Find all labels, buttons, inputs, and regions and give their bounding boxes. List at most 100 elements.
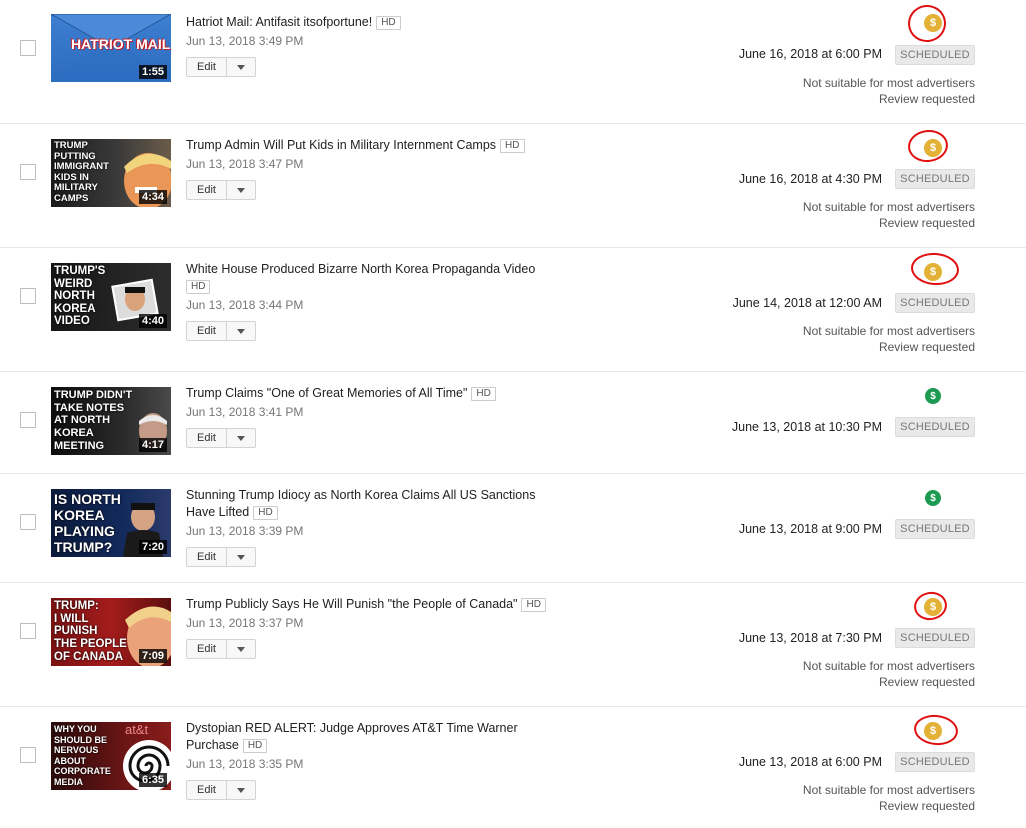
edit-dropdown-button[interactable] <box>227 548 255 566</box>
video-thumbnail[interactable]: IS NORTH KOREA PLAYING TRUMP? 7:20 <box>51 489 171 557</box>
monetization-note: Not suitable for most advertisers Review… <box>803 75 975 107</box>
ad-suitability-text: Not suitable for most advertisers <box>802 659 975 673</box>
video-title-link[interactable]: Stunning Trump Idiocy as North Korea Cla… <box>186 488 535 519</box>
hd-badge: HD <box>500 139 525 153</box>
upload-date: Jun 13, 2018 3:41 PM <box>186 405 304 419</box>
status-badge: SCHEDULED <box>895 169 975 189</box>
dollar-icon[interactable]: $ <box>925 388 941 404</box>
hd-badge: HD <box>521 598 546 612</box>
scheduled-date: June 16, 2018 at 6:00 PM <box>738 47 882 61</box>
video-thumbnail[interactable]: TRUMP PUTTING IMMIGRANT KIDS IN MILITARY… <box>51 139 171 207</box>
select-checkbox[interactable] <box>20 288 36 304</box>
upload-date: Jun 13, 2018 3:37 PM <box>186 616 304 630</box>
select-checkbox[interactable] <box>20 164 36 180</box>
video-title: White House Produced Bizarre North Korea… <box>186 261 576 295</box>
edit-dropdown-button[interactable] <box>227 181 255 199</box>
scheduled-date: June 14, 2018 at 12:00 AM <box>732 296 882 310</box>
chevron-down-icon <box>236 787 245 793</box>
thumbnail-caption: TRUMP: I WILL PUNISH THE PEOPLE OF CANAD… <box>54 600 127 663</box>
video-duration: 4:34 <box>138 190 167 204</box>
chevron-down-icon <box>236 328 245 334</box>
ad-suitability-text: Not suitable for most advertisers <box>802 783 975 797</box>
video-title-link[interactable]: Dystopian RED ALERT: Judge Approves AT&T… <box>186 721 518 752</box>
edit-dropdown-button[interactable] <box>227 781 255 799</box>
video-duration: 7:20 <box>138 540 167 554</box>
review-status-text[interactable]: Review requested <box>803 674 975 690</box>
status-badge: SCHEDULED <box>895 417 975 437</box>
edit-button[interactable]: Edit <box>187 58 227 76</box>
review-status-text[interactable]: Review requested <box>803 215 975 231</box>
edit-button[interactable]: Edit <box>187 429 227 447</box>
select-checkbox[interactable] <box>20 40 36 56</box>
thumbnail-caption: WHY YOU SHOULD BE NERVOUS ABOUT CORPORAT… <box>54 724 111 787</box>
edit-dropdown-button[interactable] <box>227 322 255 340</box>
video-thumbnail[interactable]: TRUMP'S WEIRD NORTH KOREA VIDEO 4:40 <box>51 263 171 331</box>
video-title: Trump Claims "One of Great Memories of A… <box>186 385 576 402</box>
monetization-note: Not suitable for most advertisers Review… <box>803 658 975 690</box>
video-title-link[interactable]: Trump Admin Will Put Kids in Military In… <box>186 138 496 152</box>
video-row: TRUMP'S WEIRD NORTH KOREA VIDEO 4:40 Whi… <box>0 248 1026 372</box>
video-thumbnail[interactable]: at&t WHY YOU SHOULD BE NERVOUS ABOUT COR… <box>51 722 171 790</box>
video-info: Trump Claims "One of Great Memories of A… <box>186 385 576 448</box>
video-thumbnail[interactable]: HATRIOT MAIL 1:55 <box>51 14 171 82</box>
video-title: Stunning Trump Idiocy as North Korea Cla… <box>186 487 566 521</box>
select-checkbox[interactable] <box>20 623 36 639</box>
video-info: Dystopian RED ALERT: Judge Approves AT&T… <box>186 720 576 800</box>
status-badge: SCHEDULED <box>895 628 975 648</box>
edit-button[interactable]: Edit <box>187 781 227 799</box>
edit-button[interactable]: Edit <box>187 181 227 199</box>
video-row: TRUMP DIDN'T TAKE NOTES AT NORTH KOREA M… <box>0 372 1026 474</box>
edit-button-group: Edit <box>186 428 256 448</box>
edit-dropdown-button[interactable] <box>227 58 255 76</box>
dollar-icon[interactable]: $ <box>925 490 941 506</box>
video-row: HATRIOT MAIL 1:55 Hatriot Mail: Antifasi… <box>0 0 1026 124</box>
video-info: Trump Publicly Says He Will Punish "the … <box>186 596 576 659</box>
select-checkbox[interactable] <box>20 747 36 763</box>
video-row: at&t WHY YOU SHOULD BE NERVOUS ABOUT COR… <box>0 707 1026 828</box>
edit-button-group: Edit <box>186 57 256 77</box>
video-duration: 7:09 <box>138 649 167 663</box>
annotation-circle <box>909 251 961 287</box>
edit-button[interactable]: Edit <box>187 322 227 340</box>
video-duration: 6:35 <box>138 773 167 787</box>
monetization-note: Not suitable for most advertisers Review… <box>803 199 975 231</box>
video-title-link[interactable]: Trump Publicly Says He Will Punish "the … <box>186 597 517 611</box>
select-checkbox[interactable] <box>20 514 36 530</box>
status-badge: SCHEDULED <box>895 293 975 313</box>
status-badge: SCHEDULED <box>895 752 975 772</box>
video-title-link[interactable]: Hatriot Mail: Antifasit itsofportune! <box>186 15 372 29</box>
annotation-circle <box>905 2 949 45</box>
edit-button-group: Edit <box>186 547 256 567</box>
edit-dropdown-button[interactable] <box>227 429 255 447</box>
select-checkbox[interactable] <box>20 412 36 428</box>
chevron-down-icon <box>236 435 245 441</box>
video-title-link[interactable]: Trump Claims "One of Great Memories of A… <box>186 386 467 400</box>
scheduled-date: June 13, 2018 at 6:00 PM <box>738 755 882 769</box>
edit-button[interactable]: Edit <box>187 548 227 566</box>
thumbnail-brand-text: at&t <box>125 722 149 737</box>
edit-dropdown-button[interactable] <box>227 640 255 658</box>
video-title: Trump Admin Will Put Kids in Military In… <box>186 137 576 154</box>
edit-button-group: Edit <box>186 321 256 341</box>
thumbnail-caption: TRUMP PUTTING IMMIGRANT KIDS IN MILITARY… <box>54 140 109 204</box>
annotation-circle <box>912 712 960 748</box>
chevron-down-icon <box>236 187 245 193</box>
review-status-text[interactable]: Review requested <box>803 798 975 814</box>
upload-date: Jun 13, 2018 3:39 PM <box>186 524 304 538</box>
video-title: Trump Publicly Says He Will Punish "the … <box>186 596 576 613</box>
edit-button[interactable]: Edit <box>187 640 227 658</box>
monetization-note: Not suitable for most advertisers Review… <box>803 782 975 814</box>
status-badge: SCHEDULED <box>895 45 975 65</box>
video-thumbnail[interactable]: TRUMP: I WILL PUNISH THE PEOPLE OF CANAD… <box>51 598 171 666</box>
video-info: Stunning Trump Idiocy as North Korea Cla… <box>186 487 576 567</box>
upload-date: Jun 13, 2018 3:44 PM <box>186 298 304 312</box>
review-status-text[interactable]: Review requested <box>803 339 975 355</box>
annotation-circle <box>906 127 950 165</box>
video-info: White House Produced Bizarre North Korea… <box>186 261 576 341</box>
video-thumbnail[interactable]: TRUMP DIDN'T TAKE NOTES AT NORTH KOREA M… <box>51 387 171 455</box>
video-title-link[interactable]: White House Produced Bizarre North Korea… <box>186 262 535 276</box>
video-info: Hatriot Mail: Antifasit itsofportune! HD … <box>186 14 576 77</box>
thumbnail-caption: HATRIOT MAIL <box>71 36 171 52</box>
ad-suitability-text: Not suitable for most advertisers <box>802 324 975 338</box>
review-status-text[interactable]: Review requested <box>803 91 975 107</box>
